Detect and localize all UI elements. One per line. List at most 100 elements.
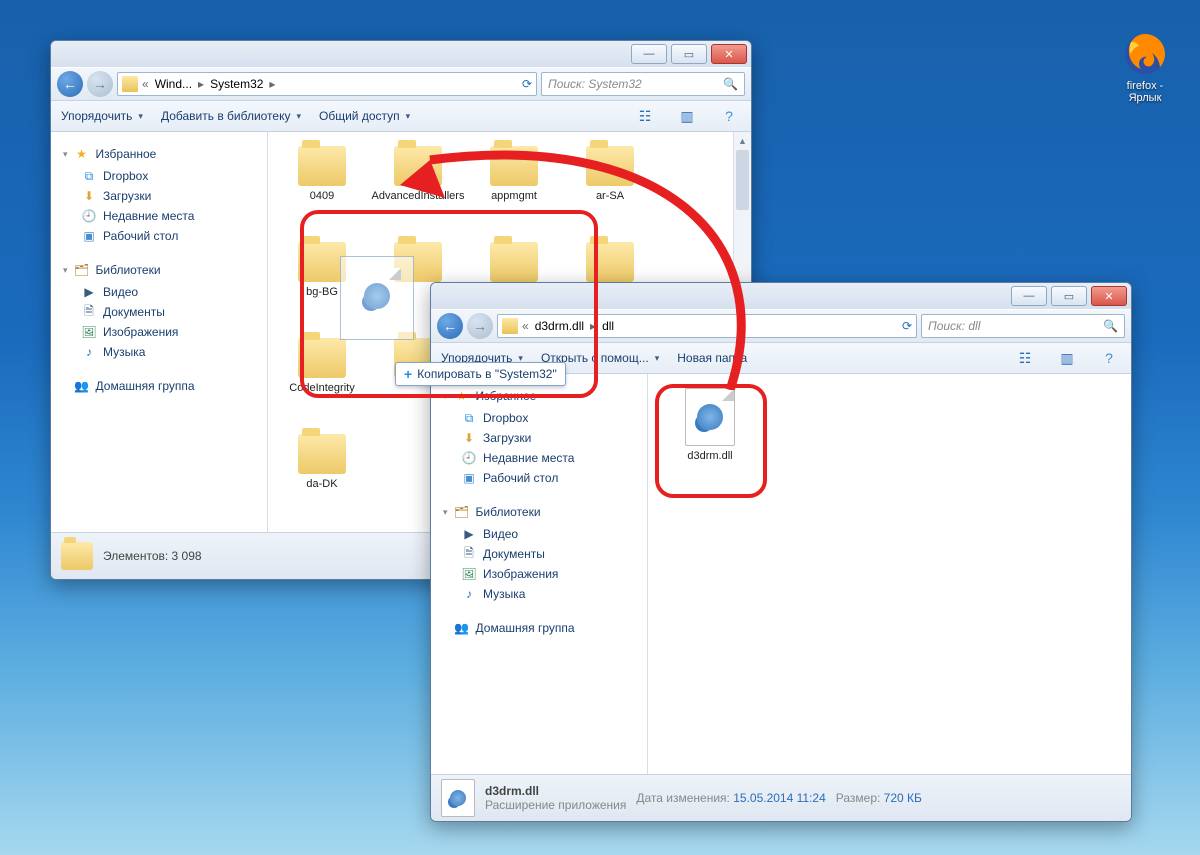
status-date-key: Дата изменения:	[636, 791, 730, 805]
sidebar-item-video[interactable]: ▶Видео	[63, 282, 263, 302]
libraries-header[interactable]: ▾🗂Библиотеки	[443, 504, 643, 520]
folder-item[interactable]: ar-SA	[562, 142, 658, 238]
search-placeholder: Поиск: dll	[928, 319, 980, 333]
sidebar-item-dropbox[interactable]: ⧉Dropbox	[443, 408, 643, 428]
sidebar-item-dropbox[interactable]: ⧉Dropbox	[63, 166, 263, 186]
folder-content[interactable]: d3drm.dll	[648, 374, 1131, 774]
folder-item[interactable]: appmgmt	[466, 142, 562, 238]
breadcrumb-segment[interactable]: Wind...	[153, 77, 194, 91]
titlebar[interactable]: ― ▭ ✕	[431, 283, 1131, 309]
sidebar-item-music[interactable]: ♪Музыка	[443, 584, 643, 604]
breadcrumb-segment[interactable]: System32	[208, 77, 265, 91]
sidebar-item-recent[interactable]: 🕘Недавние места	[443, 448, 643, 468]
star-icon: ★	[454, 388, 470, 404]
nav-bar: ← → « Wind... ▸ System32 ▸ ⟳ Поиск: Syst…	[51, 67, 751, 101]
forward-button[interactable]: →	[467, 313, 493, 339]
sidebar-item-desktop[interactable]: ▣Рабочий стол	[63, 226, 263, 246]
search-box[interactable]: Поиск: dll 🔍	[921, 314, 1125, 338]
minimize-button[interactable]: ―	[1011, 286, 1047, 306]
homegroup-header[interactable]: ▾👥Домашняя группа	[63, 378, 263, 394]
breadcrumb-segment[interactable]: d3drm.dll	[533, 319, 586, 333]
sidebar-item-downloads[interactable]: ⬇Загрузки	[63, 186, 263, 206]
sidebar-item-recent[interactable]: 🕘Недавние места	[63, 206, 263, 226]
favorites-header[interactable]: ▾★Избранное	[443, 388, 643, 404]
libraries-header[interactable]: ▾🗂Библиотеки	[63, 262, 263, 278]
file-d3drm-dll[interactable]: d3drm.dll	[662, 388, 758, 462]
nav-bar: ← → « d3drm.dll ▸ dll ⟳ Поиск: dll 🔍	[431, 309, 1131, 343]
homegroup-icon: 👥	[74, 378, 90, 394]
search-icon: 🔍	[723, 77, 738, 91]
preview-pane-icon[interactable]: ▥	[675, 105, 699, 127]
new-folder-button[interactable]: Новая папка	[677, 351, 747, 365]
view-icon[interactable]: ☷	[633, 105, 657, 127]
library-icon: 🗂	[454, 504, 470, 520]
address-bar[interactable]: « Wind... ▸ System32 ▸ ⟳	[117, 72, 537, 96]
folder-icon	[298, 434, 346, 474]
refresh-icon[interactable]: ⟳	[902, 319, 912, 333]
sidebar-item-documents[interactable]: 🗎Документы	[63, 302, 263, 322]
breadcrumb-segment[interactable]: dll	[600, 319, 616, 333]
desktop-icon: ▣	[461, 470, 477, 486]
homegroup-icon: 👥	[454, 620, 470, 636]
folder-icon	[298, 146, 346, 186]
folder-icon	[586, 242, 634, 282]
folder-icon	[122, 76, 138, 92]
favorites-header[interactable]: ▾★Избранное	[63, 146, 263, 162]
nav-pane: ▾★Избранное ⧉Dropbox ⬇Загрузки 🕘Недавние…	[51, 132, 268, 532]
sidebar-item-desktop[interactable]: ▣Рабочий стол	[443, 468, 643, 488]
status-filename: d3drm.dll	[485, 784, 539, 798]
back-button[interactable]: ←	[57, 71, 83, 97]
folder-item[interactable]: AdvancedInstallers	[370, 142, 466, 238]
folder-icon	[61, 542, 93, 570]
add-to-library-menu[interactable]: Добавить в библиотеку	[161, 109, 301, 123]
music-icon: ♪	[461, 586, 477, 602]
sidebar-item-images[interactable]: 🖼Изображения	[443, 564, 643, 584]
address-bar[interactable]: « d3drm.dll ▸ dll ⟳	[497, 314, 917, 338]
drag-tooltip: +Копировать в "System32"	[395, 362, 566, 386]
dropbox-icon: ⧉	[461, 410, 477, 426]
organize-menu[interactable]: Упорядочить	[61, 109, 143, 123]
sidebar-item-documents[interactable]: 🗎Документы	[443, 544, 643, 564]
sidebar-item-downloads[interactable]: ⬇Загрузки	[443, 428, 643, 448]
folder-label: da-DK	[306, 478, 337, 490]
desktop-icon: ▣	[81, 228, 97, 244]
folder-label: CodeIntegrity	[289, 382, 354, 394]
folder-item[interactable]: da-DK	[274, 430, 370, 526]
homegroup-header[interactable]: ▾👥Домашняя группа	[443, 620, 643, 636]
search-box[interactable]: Поиск: System32 🔍	[541, 72, 745, 96]
back-button[interactable]: ←	[437, 313, 463, 339]
forward-button[interactable]: →	[87, 71, 113, 97]
maximize-button[interactable]: ▭	[1051, 286, 1087, 306]
scroll-up-icon[interactable]: ▲	[734, 132, 751, 149]
close-button[interactable]: ✕	[1091, 286, 1127, 306]
folder-label: bg-BG	[306, 286, 338, 298]
details-pane: d3drm.dll Расширение приложения Дата изм…	[431, 774, 1131, 821]
share-menu[interactable]: Общий доступ	[319, 109, 410, 123]
scrollbar-thumb[interactable]	[736, 150, 749, 210]
titlebar[interactable]: ― ▭ ✕	[51, 41, 751, 67]
folder-item[interactable]: 0409	[274, 142, 370, 238]
close-button[interactable]: ✕	[711, 44, 747, 64]
preview-pane-icon[interactable]: ▥	[1055, 347, 1079, 369]
firefox-icon	[1121, 30, 1169, 78]
plus-icon: +	[404, 366, 412, 382]
minimize-button[interactable]: ―	[631, 44, 667, 64]
sidebar-item-video[interactable]: ▶Видео	[443, 524, 643, 544]
refresh-icon[interactable]: ⟳	[522, 77, 532, 91]
command-bar: Упорядочить Добавить в библиотеку Общий …	[51, 101, 751, 132]
status-filetype: Расширение приложения	[485, 798, 626, 812]
file-label: d3drm.dll	[687, 450, 732, 462]
desktop-shortcut-firefox[interactable]: firefox - Ярлык	[1110, 30, 1180, 104]
help-icon[interactable]: ?	[1097, 347, 1121, 369]
sidebar-item-images[interactable]: 🖼Изображения	[63, 322, 263, 342]
folder-item[interactable]: CodeIntegrity	[274, 334, 370, 430]
folder-icon	[394, 146, 442, 186]
dropbox-icon: ⧉	[81, 168, 97, 184]
folder-label: 0409	[310, 190, 334, 202]
star-icon: ★	[74, 146, 90, 162]
maximize-button[interactable]: ▭	[671, 44, 707, 64]
desktop-shortcut-label: firefox - Ярлык	[1127, 80, 1164, 104]
sidebar-item-music[interactable]: ♪Музыка	[63, 342, 263, 362]
view-icon[interactable]: ☷	[1013, 347, 1037, 369]
help-icon[interactable]: ?	[717, 105, 741, 127]
